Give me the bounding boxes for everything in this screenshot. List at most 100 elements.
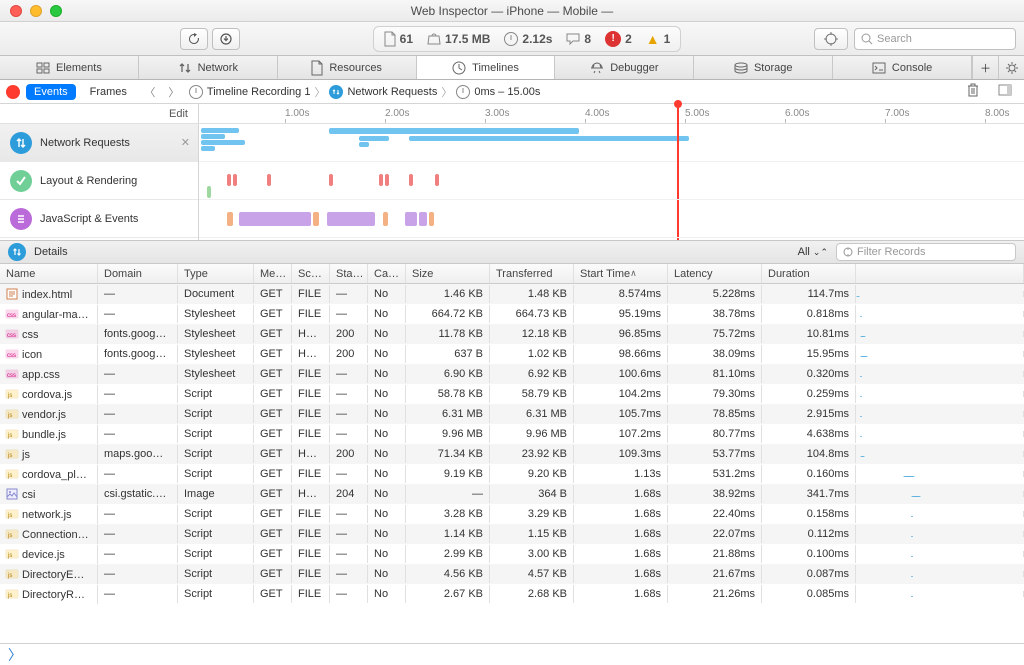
tab-resources[interactable]: Resources <box>278 56 417 79</box>
table-row[interactable]: jsDirectoryE…—ScriptGETFILE—No4.56 KB4.5… <box>0 564 1024 584</box>
table-row[interactable]: cssangular-ma…—StylesheetGETFILE—No664.7… <box>0 304 1024 324</box>
column-header[interactable]: Duration <box>762 264 856 283</box>
column-header[interactable]: Sc… <box>292 264 330 283</box>
element-selection-button[interactable] <box>814 28 848 50</box>
table-row[interactable]: jsbundle.js—ScriptGETFILE—No9.96 MB9.96 … <box>0 424 1024 444</box>
table-row[interactable]: cssiconfonts.goog…StylesheetGETHT…200No6… <box>0 344 1024 364</box>
clock-icon <box>189 85 203 99</box>
filter-input[interactable]: Filter Records <box>836 243 1016 261</box>
category-layout[interactable]: Layout & Rendering <box>0 162 198 200</box>
download-button[interactable] <box>212 28 240 50</box>
file-icon: js <box>6 568 18 580</box>
network-icon <box>329 85 343 99</box>
svg-text:js: js <box>7 413 12 419</box>
table-row[interactable]: jsvendor.js—ScriptGETFILE—No6.31 MB6.31 … <box>0 404 1024 424</box>
search-input[interactable]: Search <box>854 28 1016 50</box>
file-icon: css <box>6 348 18 360</box>
timeline-overview[interactable] <box>199 124 1024 240</box>
column-header[interactable]: Ca… <box>368 264 406 283</box>
tab-storage[interactable]: Storage <box>694 56 833 79</box>
scope-bar: Events Frames 〈 〉 Timeline Recording 1 〉… <box>0 80 1024 104</box>
svg-text:css: css <box>7 353 16 359</box>
svg-text:js: js <box>7 553 12 559</box>
table-row[interactable]: jsjsmaps.goo…ScriptGETHT…200No71.34 KB23… <box>0 444 1024 464</box>
tab-elements[interactable]: Elements <box>0 56 139 79</box>
table-body: index.html—DocumentGETFILE—No1.46 KB1.48… <box>0 284 1024 604</box>
table-row[interactable]: jsConnection…—ScriptGETFILE—No1.14 KB1.1… <box>0 524 1024 544</box>
table-row[interactable]: jsdevice.js—ScriptGETFILE—No2.99 KB3.00 … <box>0 544 1024 564</box>
crumb-recording[interactable]: Timeline Recording 1 <box>189 85 311 99</box>
category-js[interactable]: JavaScript & Events <box>0 200 198 238</box>
search-icon <box>861 33 873 45</box>
column-header[interactable]: Size <box>406 264 490 283</box>
file-icon: js <box>6 548 18 560</box>
sidebar-right-button[interactable] <box>992 83 1018 100</box>
table-row[interactable]: jsnetwork.js—ScriptGETFILE—No3.28 KB3.29… <box>0 504 1024 524</box>
column-header[interactable]: Sta… <box>330 264 368 283</box>
column-header[interactable]: Name <box>0 264 98 283</box>
table-row[interactable]: cssapp.css—StylesheetGETFILE—No6.90 KB6.… <box>0 364 1024 384</box>
column-header[interactable]: Me… <box>254 264 292 283</box>
column-header[interactable]: Type <box>178 264 254 283</box>
network-icon <box>8 243 26 261</box>
log-count[interactable]: 8 <box>566 32 591 46</box>
svg-text:js: js <box>7 573 12 579</box>
file-icon: js <box>6 468 18 480</box>
table-row[interactable]: csscssfonts.goog…StylesheetGETHT…200No11… <box>0 324 1024 344</box>
load-time: 2.12s <box>504 32 552 46</box>
trash-button[interactable] <box>960 83 986 100</box>
network-icon <box>178 61 192 75</box>
console-prompt[interactable]: 〉 <box>0 643 1024 665</box>
timelines-icon <box>452 61 466 75</box>
category-net[interactable]: Network Requests✕ <box>0 124 198 162</box>
gear-tab-button[interactable] <box>998 56 1024 79</box>
tab-network[interactable]: Network <box>139 56 278 79</box>
reload-button[interactable] <box>180 28 208 50</box>
crumb-range[interactable]: 0ms – 15.00s <box>456 85 540 99</box>
minimize-window-button[interactable] <box>30 5 42 17</box>
tab-debugger[interactable]: Debugger <box>555 56 694 79</box>
svg-text:js: js <box>7 453 12 459</box>
timeline-ruler[interactable]: Edit 1.00s2.00s3.00s4.00s5.00s6.00s7.00s… <box>0 104 1024 124</box>
zoom-window-button[interactable] <box>50 5 62 17</box>
warning-icon: ▲ <box>646 31 660 47</box>
file-icon: js <box>6 588 18 600</box>
scope-all-button[interactable]: All ⌄⌃ <box>798 246 828 258</box>
debugger-icon <box>590 62 604 74</box>
tab-timelines[interactable]: Timelines <box>417 56 556 79</box>
table-row[interactable]: index.html—DocumentGETFILE—No1.46 KB1.48… <box>0 284 1024 304</box>
table-row[interactable]: jscordova.js—ScriptGETFILE—No58.78 KB58.… <box>0 384 1024 404</box>
svg-text:css: css <box>7 373 16 379</box>
plus-tab-button[interactable]: ＋ <box>972 56 998 79</box>
file-icon <box>6 288 18 300</box>
nav-back-button[interactable]: 〈 <box>141 84 159 100</box>
file-icon: js <box>6 408 18 420</box>
table-row[interactable]: jscordova_pl…—ScriptGETFILE—No9.19 KB9.2… <box>0 464 1024 484</box>
column-header[interactable]: Start Time <box>574 264 668 283</box>
details-bar: Details All ⌄⌃ Filter Records <box>0 240 1024 264</box>
record-button[interactable] <box>6 85 20 99</box>
table-header[interactable]: NameDomainTypeMe…Sc…Sta…Ca…SizeTransferr… <box>0 264 1024 284</box>
edit-button[interactable]: Edit <box>0 104 199 123</box>
scope-events[interactable]: Events <box>26 84 76 100</box>
chat-icon <box>566 33 580 45</box>
nav-forward-button[interactable]: 〉 <box>165 84 183 100</box>
close-icon[interactable]: ✕ <box>181 136 190 149</box>
file-icon: js <box>6 528 18 540</box>
crumb-category[interactable]: Network Requests <box>329 85 437 99</box>
memory-size: 17.5 MB <box>427 32 490 46</box>
column-header[interactable]: Domain <box>98 264 178 283</box>
table-row[interactable]: jsDirectoryR…—ScriptGETFILE—No2.67 KB2.6… <box>0 584 1024 604</box>
category-label: JavaScript & Events <box>40 213 138 225</box>
scope-frames[interactable]: Frames <box>82 84 135 100</box>
js-icon <box>10 208 32 230</box>
warning-count[interactable]: ▲1 <box>646 31 671 47</box>
error-count[interactable]: !2 <box>605 31 632 47</box>
file-icon: css <box>6 328 18 340</box>
column-header[interactable]: Latency <box>668 264 762 283</box>
tab-console[interactable]: Console <box>833 56 972 79</box>
close-window-button[interactable] <box>10 5 22 17</box>
table-row[interactable]: csicsi.gstatic.…ImageGETHT…204No—364 B1.… <box>0 484 1024 504</box>
toolbar: 61 17.5 MB 2.12s 8 !2 ▲1 Search <box>0 22 1024 56</box>
column-header[interactable]: Transferred <box>490 264 574 283</box>
